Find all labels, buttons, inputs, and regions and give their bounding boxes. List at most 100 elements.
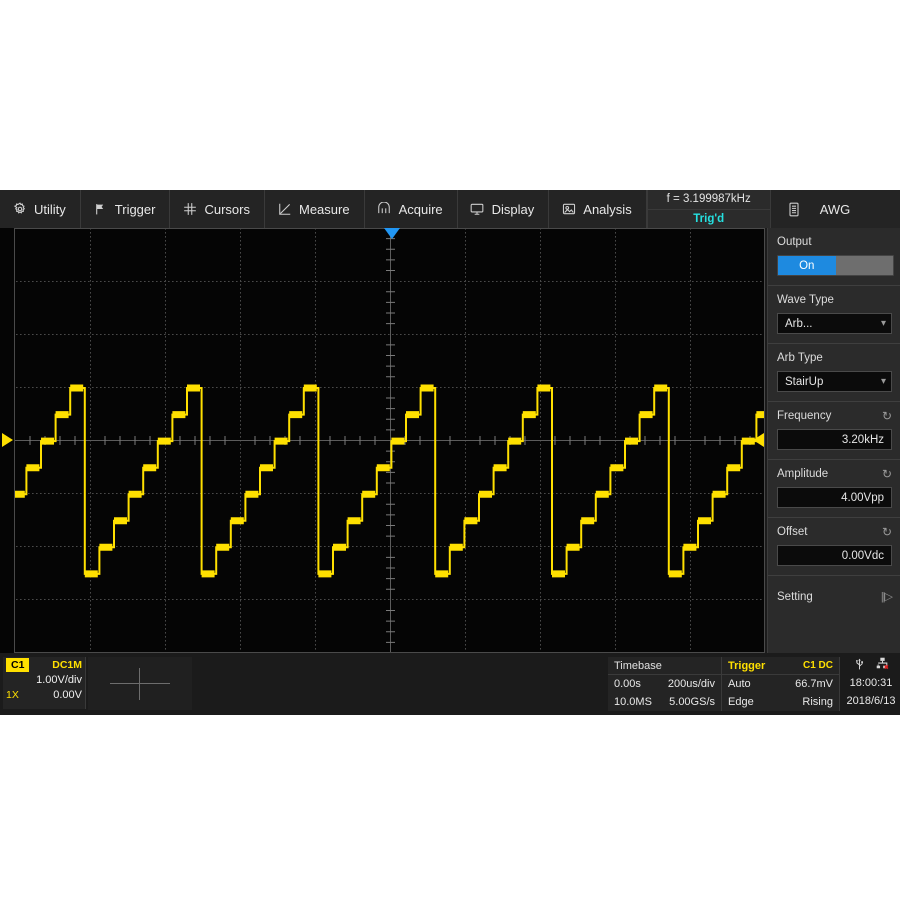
channel-1-panel[interactable]: C1 DC1M 1.00V/div 1X 0.00V <box>3 657 86 709</box>
acquire-icon <box>377 202 392 217</box>
analysis-icon <box>561 202 576 217</box>
ruler-icon <box>277 202 292 217</box>
menu-item-measure[interactable]: Measure <box>265 190 365 228</box>
grid-and-trace <box>0 228 765 653</box>
menu-item-label: Cursors <box>204 201 250 217</box>
arb-type-label: Arb Type <box>777 352 823 364</box>
menu-item-utility[interactable]: Utility <box>0 190 81 228</box>
thumbnail-v-axis <box>139 668 140 700</box>
channel-offset-row: 1X 0.00V <box>3 687 85 702</box>
refresh-icon[interactable]: ↻ <box>882 410 892 422</box>
trigger-slope: Rising <box>802 696 833 708</box>
trigger-source: C1 DC <box>802 660 833 671</box>
output-toggle-on[interactable]: On <box>778 256 836 275</box>
output-toggle[interactable]: On <box>777 255 894 276</box>
trigger-panel[interactable]: Trigger C1 DC Auto 66.7mV Edge Rising <box>722 657 840 711</box>
amplitude-section: Amplitude ↻ 4.00Vpp <box>768 460 900 518</box>
flag-icon <box>93 202 108 217</box>
waveform-display[interactable] <box>0 228 765 653</box>
clock-panel: 18:00:31 2018/6/13 <box>840 657 900 711</box>
chevron-down-icon: ▾ <box>880 318 886 329</box>
timebase-title: Timebase <box>614 659 662 672</box>
menu-item-analysis[interactable]: Analysis <box>549 190 647 228</box>
amplitude-input[interactable]: 4.00Vpp <box>777 487 892 508</box>
setting-label: Setting <box>777 590 813 603</box>
trigger-row-2: Edge Rising <box>722 693 839 711</box>
awg-button[interactable]: AWG <box>770 190 900 228</box>
trigger-status-box: f = 3.199987kHz Trig'd <box>647 190 771 228</box>
awg-settings-panel: Output On Wave Type Arb... ▾ Arb Type St… <box>767 228 900 653</box>
trigger-header: Trigger C1 DC <box>722 657 839 675</box>
timebase-panel[interactable]: Timebase 0.00s 200us/div 10.0MS 5.00GS/s <box>608 657 722 711</box>
channel-ground-marker[interactable] <box>2 433 13 447</box>
channel-offset: 0.00V <box>53 688 82 701</box>
setting-button[interactable]: Setting ||▷ <box>768 576 900 612</box>
status-info-group: Timebase 0.00s 200us/div 10.0MS 5.00GS/s… <box>608 657 900 711</box>
offset-section: Offset ↻ 0.00Vdc <box>768 518 900 576</box>
amplitude-label-row: Amplitude ↻ <box>777 468 892 480</box>
clock-date: 2018/6/13 <box>846 695 896 707</box>
timebase-header: Timebase <box>608 657 721 675</box>
timebase-scale: 200us/div <box>667 678 715 690</box>
offset-value: 0.00Vdc <box>841 549 884 562</box>
output-section: Output On <box>768 228 900 286</box>
waveform-thumbnail[interactable] <box>88 657 192 710</box>
offset-input[interactable]: 0.00Vdc <box>777 545 892 566</box>
wave-type-select[interactable]: Arb... ▾ <box>777 313 892 334</box>
offset-label: Offset <box>777 526 808 538</box>
timebase-sample-rate: 5.00GS/s <box>669 696 715 708</box>
channel-coupling: DC1M <box>52 658 82 671</box>
arb-type-section: Arb Type StairUp ▾ <box>768 344 900 402</box>
monitor-icon <box>470 202 485 217</box>
crosshair-grid-icon <box>182 202 197 217</box>
trigger-position-marker[interactable] <box>384 228 400 239</box>
menu-item-display[interactable]: Display <box>457 190 550 228</box>
output-label: Output <box>777 236 812 248</box>
trigger-level-marker[interactable] <box>753 433 764 447</box>
gear-icon <box>12 202 27 217</box>
menu-item-acquire[interactable]: Acquire <box>364 190 458 228</box>
channel-scale-row: 1.00V/div <box>3 672 85 687</box>
status-bar: C1 DC1M 1.00V/div 1X 0.00V Timebase 0.00… <box>0 653 900 715</box>
refresh-icon[interactable]: ↻ <box>882 468 892 480</box>
frequency-input[interactable]: 3.20kHz <box>777 429 892 450</box>
trigger-title: Trigger <box>728 659 766 672</box>
trigger-type: Edge <box>728 696 754 708</box>
frequency-readout: f = 3.199987kHz <box>647 190 770 210</box>
waveform-generator-icon <box>787 202 802 217</box>
timebase-memory: 10.0MS <box>614 696 652 708</box>
channel-probe-ratio: 1X <box>6 688 19 701</box>
menu-item-trigger[interactable]: Trigger <box>80 190 171 228</box>
usb-icon[interactable] <box>854 657 865 675</box>
menu-item-label: Acquire <box>398 201 443 217</box>
frequency-label-row: Frequency ↻ <box>777 410 892 422</box>
channel-volts-per-div: 1.00V/div <box>36 673 82 686</box>
trigger-state-badge: Trig'd <box>693 212 725 225</box>
chevron-down-icon: ▾ <box>880 376 886 387</box>
awg-label: AWG <box>819 201 851 217</box>
arb-type-value: StairUp <box>785 375 824 388</box>
menu-bar: Utility Trigger Cursors Measure Acquire … <box>0 190 900 228</box>
frequency-label: Frequency <box>777 410 832 422</box>
timebase-delay: 0.00s <box>614 678 641 690</box>
menu-item-label: Display <box>491 201 535 217</box>
connection-icons <box>840 657 900 674</box>
channel-header-row: C1 DC1M <box>3 657 85 672</box>
clock-time: 18:00:31 <box>849 677 893 689</box>
oscilloscope-screen: Utility Trigger Cursors Measure Acquire … <box>0 190 900 715</box>
thumbnail-h-axis <box>110 683 170 684</box>
arb-type-select[interactable]: StairUp ▾ <box>777 371 892 392</box>
menu-item-label: Measure <box>299 201 350 217</box>
wave-type-label: Wave Type <box>777 294 834 306</box>
channel-name-badge[interactable]: C1 <box>6 657 30 672</box>
expand-right-icon: ||▷ <box>880 591 893 603</box>
timebase-row-1: 0.00s 200us/div <box>608 675 721 693</box>
frequency-value: 3.20kHz <box>841 433 884 446</box>
output-toggle-off[interactable] <box>835 256 893 275</box>
wave-type-section: Wave Type Arb... ▾ <box>768 286 900 344</box>
refresh-icon[interactable]: ↻ <box>882 526 892 538</box>
lan-disconnected-icon[interactable] <box>876 657 889 675</box>
amplitude-value: 4.00Vpp <box>841 491 884 504</box>
menu-item-cursors[interactable]: Cursors <box>170 190 265 228</box>
amplitude-label: Amplitude <box>777 468 829 480</box>
